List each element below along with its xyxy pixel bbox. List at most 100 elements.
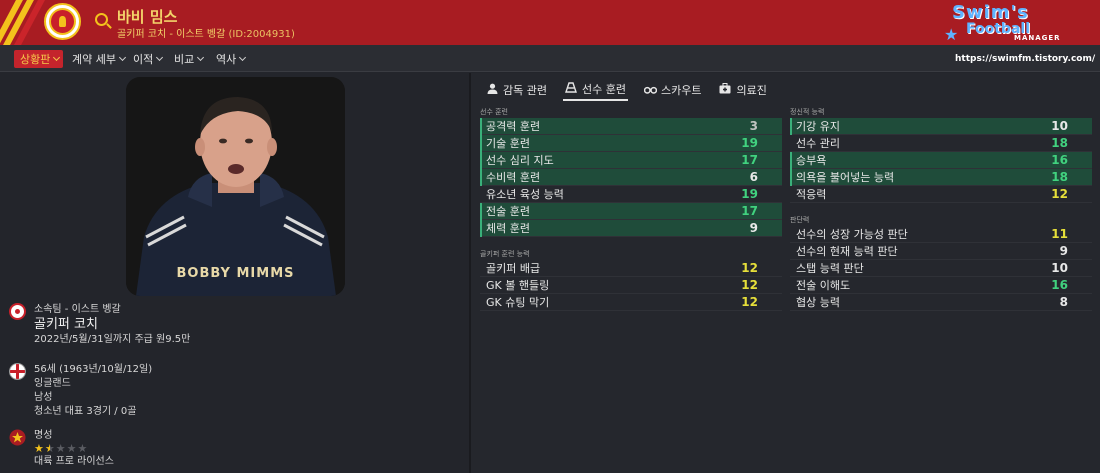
attribute-value: 10 [1051, 119, 1068, 133]
attribute-value: 16 [1051, 153, 1068, 167]
star-icon: ★ [77, 442, 88, 455]
attribute-row[interactable]: 승부욕 16 [790, 152, 1092, 169]
attribute-name: 승부욕 [796, 154, 827, 167]
attribute-name: 공격력 훈련 [486, 120, 541, 133]
youth-caps: 청소년 대표 3경기 / 0골 [34, 406, 137, 417]
search-icon[interactable] [95, 13, 108, 26]
star-icon: ★ [55, 442, 66, 455]
section-judgement: 판단력 선수의 성장 가능성 판단 11 선수의 현재 능력 판단 9 스탭 능력 판단… [790, 215, 1092, 311]
club-badge-icon[interactable] [44, 3, 81, 40]
tab-label: 의료진 [736, 84, 767, 97]
section-mental: 정신적 능력 기강 유지 10 선수 관리 18 승부욕 16 의욕을 불어넣는 능력 18 적… [790, 107, 1092, 203]
tab-training[interactable]: 선수 훈련 [562, 79, 628, 101]
attribute-row[interactable]: GK 슈팅 막기 12 [480, 294, 782, 311]
contract-info: 2022년/5월/31일까지 주급 원9.5만 [34, 334, 191, 345]
staff-role-text: 골키퍼 코치 - 이스트 벵갈 [117, 29, 226, 40]
attribute-row[interactable]: 선수의 현재 능력 판단 9 [790, 243, 1092, 260]
reputation-stars: ★ ★ ★ ★ ★ [34, 443, 114, 455]
attribute-row[interactable]: 전술 훈련 17 [480, 203, 782, 220]
chevron-down-icon [118, 53, 127, 62]
attribute-name: 협상 능력 [796, 296, 840, 309]
england-flag-icon[interactable] [9, 363, 26, 380]
medical-kit-icon [719, 83, 731, 97]
shirt-text: BOBBY MIMMS [176, 266, 295, 281]
attribute-name: 선수 관리 [796, 137, 840, 150]
nav-label: 역사 [216, 53, 237, 66]
attribute-row[interactable]: 스탭 능력 판단 10 [790, 260, 1092, 277]
site-url[interactable]: https://swimfm.tistory.com/ [955, 50, 1095, 68]
club-icon[interactable] [9, 303, 26, 320]
nav-contract[interactable]: 계약 세부 [72, 50, 127, 68]
attributes-panel: 감독 관련 선수 훈련 스카우트 의료진 선수 훈련 공격력 훈련 3 기술 훈련 1… [471, 73, 1100, 473]
reputation-label: 명성 [34, 430, 53, 441]
logo-line-1: Swim's [952, 2, 1029, 23]
attribute-name: 전술 이해도 [796, 279, 851, 292]
chevron-down-icon [53, 53, 61, 62]
attribute-value: 19 [741, 187, 758, 201]
attribute-value: 17 [741, 153, 758, 167]
attribute-row[interactable]: 전술 이해도 16 [790, 277, 1092, 294]
nav-overview[interactable]: 상황판 [14, 50, 64, 68]
attribute-row[interactable]: 협상 능력 8 [790, 294, 1092, 311]
attribute-row[interactable]: 선수 관리 18 [790, 135, 1092, 152]
tab-medical[interactable]: 의료진 [717, 79, 768, 101]
age: 56세 (1963년/10월/12일) [34, 364, 153, 375]
attribute-value: 11 [1051, 227, 1068, 241]
attribute-row[interactable]: 의욕을 불어넣는 능력 18 [790, 169, 1092, 186]
tab-label: 감독 관련 [503, 84, 547, 97]
star-icon: ★ [34, 442, 44, 455]
attribute-row[interactable]: 유소년 육성 능력 19 [480, 186, 782, 203]
attribute-name: 기강 유지 [796, 120, 840, 133]
reputation-star-icon [9, 429, 26, 446]
attribute-row[interactable]: 공격력 훈련 3 [480, 118, 782, 135]
nav-label: 이적 [133, 53, 154, 66]
attribute-row[interactable]: 체력 훈련 9 [480, 220, 782, 237]
attribute-name: 의욕을 불어넣는 능력 [796, 171, 895, 184]
staff-name: 바비 밈스 [117, 8, 178, 26]
attribute-name: 적응력 [796, 188, 827, 201]
star-icon: ★ [944, 25, 959, 44]
attribute-value: 12 [741, 261, 758, 275]
attribute-name: 전술 훈련 [486, 205, 530, 218]
binoculars-icon [643, 84, 658, 97]
attribute-row[interactable]: 골키퍼 배급 12 [480, 260, 782, 277]
attribute-value: 16 [1051, 278, 1068, 292]
nav-label: 상황판 [20, 53, 51, 66]
attribute-value: 12 [741, 295, 758, 309]
attribute-row[interactable]: 수비력 훈련 6 [480, 169, 782, 186]
attribute-value: 18 [1051, 170, 1068, 184]
attribute-value: 19 [741, 136, 758, 150]
profile-panel: BOBBY MIMMS 소속팀 - 이스트 벵갈 골키퍼 코치 2022년/5월… [0, 73, 469, 473]
training-cone-icon [565, 82, 577, 96]
attribute-row[interactable]: GK 볼 핸들링 12 [480, 277, 782, 294]
attribute-row[interactable]: 선수 심리 지도 17 [480, 152, 782, 169]
user-icon [486, 83, 498, 97]
nav-label: 계약 세부 [72, 53, 116, 66]
tab-manager[interactable]: 감독 관련 [484, 79, 549, 101]
section-title: 골키퍼 훈련 능력 [480, 250, 530, 258]
nav-history[interactable]: 역사 [216, 50, 247, 68]
star-icon: ★ [66, 442, 77, 455]
tab-label: 스카우트 [660, 84, 702, 97]
attribute-name: 유소년 육성 능력 [486, 188, 564, 201]
nav-label: 비교 [174, 53, 195, 66]
nav-compare[interactable]: 비교 [174, 50, 205, 68]
attribute-name: GK 볼 핸들링 [486, 279, 550, 292]
attribute-name: GK 슈팅 막기 [486, 296, 550, 309]
attribute-value: 8 [1059, 295, 1068, 309]
tab-label: 선수 훈련 [581, 83, 626, 96]
reputation-info: 명성 ★ ★ ★ ★ ★ 대륙 프로 라이선스 [9, 429, 309, 469]
attribute-name: 스탭 능력 판단 [796, 262, 864, 275]
chevron-down-icon [156, 53, 164, 62]
attribute-row[interactable]: 적응력 12 [790, 186, 1092, 203]
attribute-value: 18 [1051, 136, 1068, 150]
section-gk-training: 골키퍼 훈련 능력 골키퍼 배급 12 GK 볼 핸들링 12 GK 슈팅 막기 12 [480, 249, 782, 311]
half-star-icon: ★ [44, 442, 55, 455]
attribute-value: 9 [749, 221, 758, 235]
tab-scouting[interactable]: 스카우트 [642, 79, 703, 101]
attribute-row[interactable]: 기강 유지 10 [790, 118, 1092, 135]
nav-transfer[interactable]: 이적 [133, 50, 164, 68]
attribute-row[interactable]: 선수의 성장 가능성 판단 11 [790, 226, 1092, 243]
attribute-row[interactable]: 기술 훈련 19 [480, 135, 782, 152]
personal-info: 56세 (1963년/10월/12일) 잉글랜드 남성 청소년 대표 3경기 /… [9, 363, 309, 423]
